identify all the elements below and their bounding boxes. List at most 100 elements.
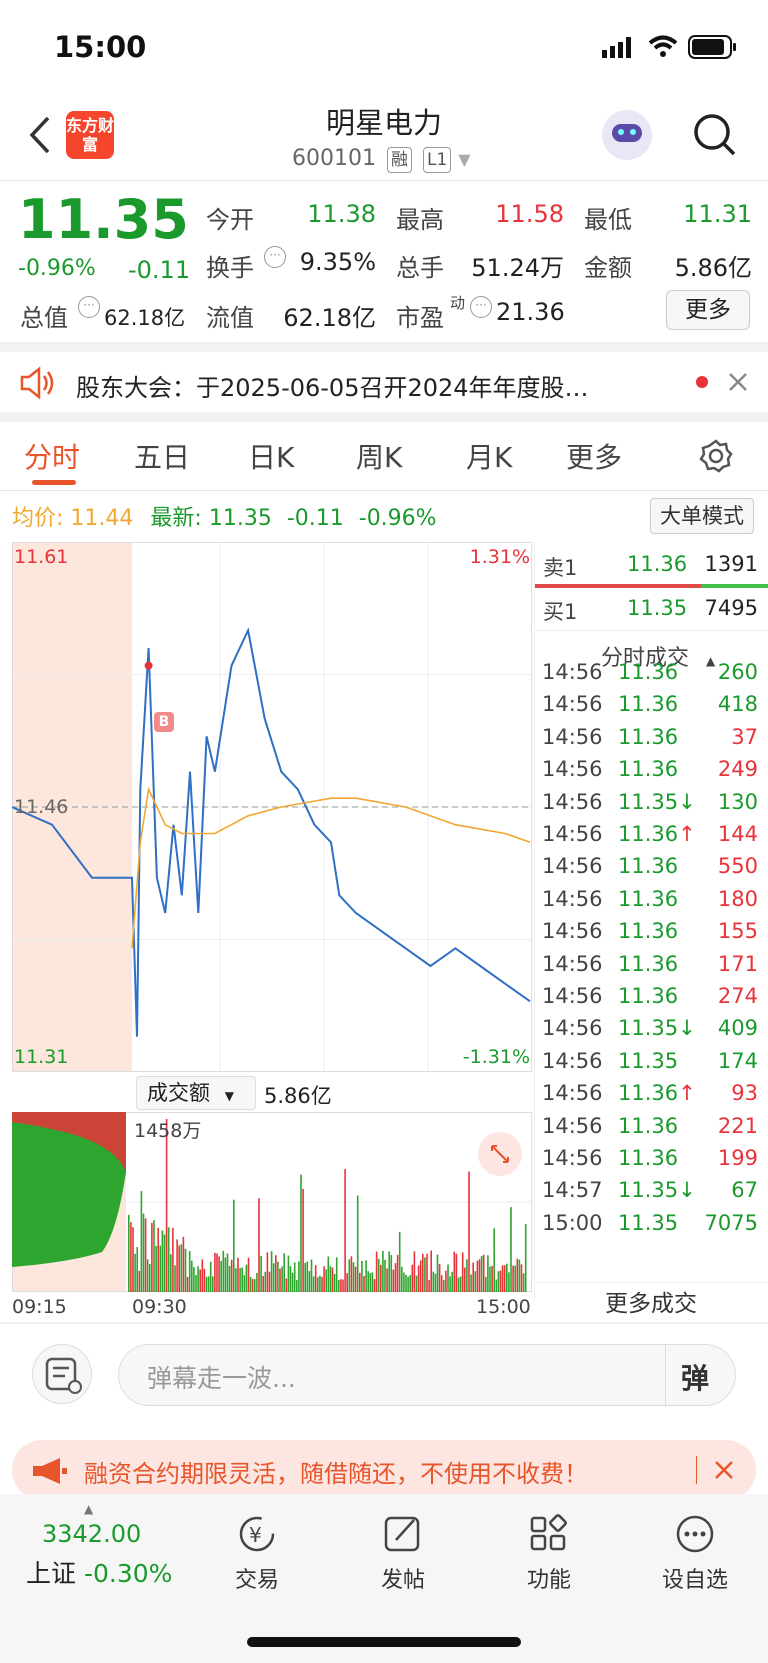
notice-bar[interactable]: 股东大会：于2025-06-05召开2024年年度股… bbox=[0, 354, 768, 412]
volume-bar bbox=[186, 1276, 189, 1292]
volume-bar bbox=[291, 1272, 294, 1292]
volume-bar bbox=[325, 1269, 327, 1292]
volume-bar bbox=[285, 1278, 288, 1292]
trade-row: 14:56 11.36 37 bbox=[542, 725, 758, 759]
latest-value: 11.35 bbox=[208, 506, 272, 531]
buy-signal-marker[interactable]: B bbox=[154, 712, 174, 732]
info-icon[interactable]: ··· bbox=[78, 296, 100, 318]
volume-bar bbox=[478, 1259, 481, 1292]
signal-icon bbox=[602, 37, 631, 58]
volume-bar bbox=[220, 1260, 222, 1292]
price-chart[interactable]: 11.61 11.46 11.31 1.31% -1.31% B bbox=[12, 542, 532, 1072]
volume-type-select[interactable]: 成交额 ▼ bbox=[136, 1076, 256, 1110]
close-icon[interactable] bbox=[714, 1460, 734, 1480]
trade-row: 14:56 11.36 199 bbox=[542, 1146, 758, 1180]
more-trades-button[interactable]: 更多成交 bbox=[534, 1282, 768, 1324]
volume-bar bbox=[136, 1247, 138, 1292]
volume-bar bbox=[134, 1253, 136, 1292]
danmu-button[interactable]: 弹 bbox=[681, 1357, 709, 1397]
volume-bar bbox=[157, 1227, 159, 1292]
trade-time: 14:56 bbox=[542, 886, 603, 911]
gear-icon[interactable] bbox=[698, 438, 734, 474]
trade-time: 14:56 bbox=[542, 1048, 603, 1073]
expand-icon[interactable] bbox=[478, 1132, 522, 1176]
tab-intraday[interactable]: 分时 bbox=[24, 436, 80, 476]
trade-volume: 7075 bbox=[704, 1210, 758, 1235]
danmu-input[interactable]: 弹幕走一波... 弹 bbox=[118, 1344, 736, 1407]
tab-5day[interactable]: 五日 bbox=[134, 436, 190, 476]
nav-post[interactable]: 发帖 bbox=[348, 1512, 458, 1594]
volume-bar bbox=[405, 1274, 407, 1292]
trade-row: 14:56 11.36 550 bbox=[542, 854, 758, 888]
y-mid-label: 11.46 bbox=[14, 796, 69, 818]
volume-bar bbox=[132, 1227, 134, 1292]
more-quote-button[interactable]: 更多 bbox=[666, 290, 750, 330]
arrow-up-icon: ↑ bbox=[678, 1081, 696, 1106]
volume-bar bbox=[144, 1218, 147, 1292]
x-tick-close: 15:00 bbox=[476, 1296, 531, 1318]
volume-bar bbox=[359, 1272, 361, 1292]
trade-time: 14:56 bbox=[542, 1146, 603, 1170]
volume-bar bbox=[237, 1257, 239, 1292]
volume-bar bbox=[270, 1251, 273, 1292]
info-icon[interactable]: ··· bbox=[470, 296, 492, 318]
trade-volume: 174 bbox=[717, 1048, 758, 1073]
index-value[interactable]: 3342.00 bbox=[42, 1520, 141, 1548]
volume-bar bbox=[218, 1256, 220, 1292]
volume-bar bbox=[201, 1259, 204, 1292]
volume-bar bbox=[199, 1269, 201, 1292]
volume-chart[interactable]: 1458万 bbox=[12, 1112, 532, 1292]
megaphone-icon bbox=[33, 1458, 67, 1484]
search-icon[interactable] bbox=[692, 112, 738, 158]
trade-row: 14:56 11.36↑ 93 bbox=[542, 1081, 758, 1115]
volume-bar bbox=[367, 1271, 369, 1292]
danmu-toggle-icon[interactable] bbox=[32, 1344, 92, 1404]
volume-bar bbox=[224, 1257, 227, 1292]
info-icon[interactable]: ··· bbox=[264, 246, 286, 268]
pe-label: 市盈 bbox=[396, 304, 444, 332]
volume-bar bbox=[497, 1271, 500, 1292]
ask-price: 11.36 bbox=[627, 552, 688, 576]
trade-time: 14:56 bbox=[542, 1113, 603, 1138]
nav-add-watchlist-label: 设自选 bbox=[661, 1568, 728, 1593]
volume-bar bbox=[340, 1279, 342, 1292]
index-row[interactable]: 上证 -0.30% bbox=[26, 1554, 172, 1590]
volume-bar bbox=[310, 1259, 313, 1292]
volume-bar bbox=[287, 1255, 290, 1292]
trade-price: 11.35↓ bbox=[618, 789, 696, 814]
volume-bar bbox=[350, 1256, 353, 1292]
volume-bar bbox=[321, 1276, 323, 1292]
volume-bar bbox=[356, 1195, 359, 1292]
nav-trade[interactable]: ¥ 交易 bbox=[202, 1512, 312, 1594]
volume-max-label: 1458万 bbox=[134, 1120, 202, 1142]
tab-week-k[interactable]: 周K bbox=[356, 436, 402, 476]
volume-bar bbox=[146, 1259, 149, 1292]
low-label: 最低 bbox=[584, 206, 632, 234]
volume-bar bbox=[371, 1272, 374, 1292]
trade-price: 11.36 bbox=[618, 692, 679, 717]
stock-code-row[interactable]: 600101 融 L1 ▼ bbox=[292, 146, 471, 173]
volume-bar bbox=[245, 1264, 248, 1292]
volume-bar bbox=[298, 1261, 300, 1292]
trade-volume: 171 bbox=[717, 951, 758, 976]
nav-functions[interactable]: 功能 bbox=[494, 1512, 604, 1594]
volume-bar bbox=[413, 1251, 416, 1292]
trade-price: 11.35↓ bbox=[618, 1178, 696, 1203]
volume-bar bbox=[235, 1268, 237, 1292]
robot-assistant-icon[interactable] bbox=[602, 110, 652, 160]
edit-icon bbox=[384, 1516, 420, 1552]
volume-bar bbox=[140, 1191, 143, 1292]
volume-bar bbox=[363, 1275, 365, 1292]
promo-banner[interactable]: 融资合约期限灵活，随借随还，不使用不收费！ bbox=[12, 1440, 756, 1500]
volume-bar bbox=[222, 1250, 225, 1292]
tab-month-k[interactable]: 月K bbox=[466, 436, 512, 476]
nav-add-watchlist[interactable]: 设自选 bbox=[640, 1512, 750, 1594]
tab-more[interactable]: 更多 bbox=[566, 436, 622, 476]
close-icon[interactable] bbox=[728, 372, 748, 392]
volume-bar bbox=[447, 1264, 449, 1292]
active-tab-indicator bbox=[32, 480, 76, 485]
volume-bar bbox=[281, 1266, 283, 1292]
big-order-mode-button[interactable]: 大单模式 bbox=[650, 498, 754, 534]
volume-bar bbox=[247, 1257, 250, 1292]
tab-day-k[interactable]: 日K bbox=[248, 436, 294, 476]
